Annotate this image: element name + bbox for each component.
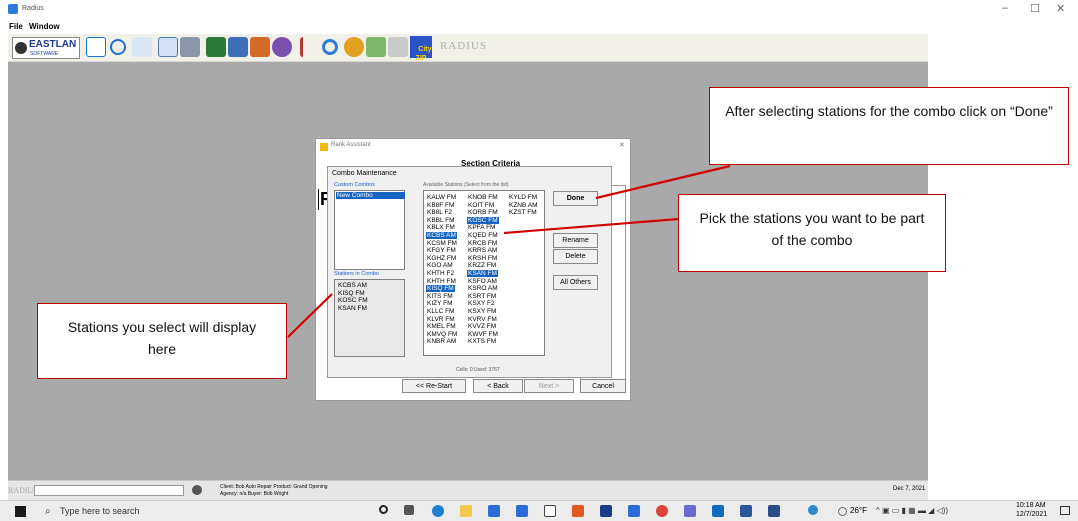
- task-view-icon[interactable]: [404, 505, 414, 515]
- mail-icon[interactable]: [516, 505, 528, 517]
- clock-time[interactable]: 10:18 AM: [1016, 502, 1046, 509]
- teams-icon[interactable]: [768, 505, 780, 517]
- callout-display-text: Stations you select will display here: [67, 319, 257, 357]
- status-bar: RADIUS Client: Bob Auto Repair Product: …: [8, 480, 928, 500]
- globe-status-icon: [192, 485, 202, 495]
- notification-icon[interactable]: [1060, 506, 1070, 515]
- radius-app-icon[interactable]: [684, 505, 696, 517]
- callout-pick-text: Pick the stations you want to be part of…: [699, 210, 925, 248]
- cortana-icon[interactable]: [379, 505, 388, 514]
- callout-display: Stations you select will display here: [37, 303, 287, 379]
- office-icon[interactable]: [572, 505, 584, 517]
- clock-date[interactable]: 12/7/2021: [1016, 511, 1047, 518]
- taskbar-search-text[interactable]: Type here to search: [60, 506, 140, 516]
- weather-icon[interactable]: [838, 507, 847, 516]
- status-input[interactable]: [34, 485, 184, 496]
- temperature[interactable]: 26°F: [850, 506, 867, 515]
- callout-done: After selecting stations for the combo c…: [709, 87, 1069, 165]
- tray-icons[interactable]: ^ ▣ ▭ ▮ ▦ ▬ ◢ ◁)): [876, 506, 948, 515]
- pointer-display: [287, 293, 333, 338]
- chrome-icon[interactable]: [656, 505, 668, 517]
- agency-info: Agency: n/a Buyer: Bob Wright: [220, 491, 289, 497]
- app-icon[interactable]: [628, 505, 640, 517]
- taskbar: ⌕ Type here to search 26°F ^ ▣ ▭ ▮ ▦ ▬ ◢…: [0, 500, 1078, 521]
- client-info: Client: Bob Auto Repair Product: Grand O…: [220, 484, 328, 490]
- search-icon[interactable]: ⌕: [45, 506, 51, 517]
- store-icon[interactable]: [488, 505, 500, 517]
- pointer-pick: [503, 217, 680, 235]
- tray-app-icon[interactable]: [808, 505, 818, 515]
- callout-pick: Pick the stations you want to be part of…: [678, 194, 946, 272]
- file-explorer-icon[interactable]: [460, 505, 472, 517]
- amazon-icon[interactable]: [544, 505, 556, 517]
- outlook-icon[interactable]: [712, 505, 724, 517]
- word-icon[interactable]: [740, 505, 752, 517]
- dropbox-icon[interactable]: [600, 505, 612, 517]
- callout-done-text: After selecting stations for the combo c…: [725, 103, 1053, 119]
- status-date: Dec 7, 2021: [893, 486, 926, 492]
- edge-icon[interactable]: [432, 505, 444, 517]
- windows-start-icon[interactable]: [15, 506, 26, 517]
